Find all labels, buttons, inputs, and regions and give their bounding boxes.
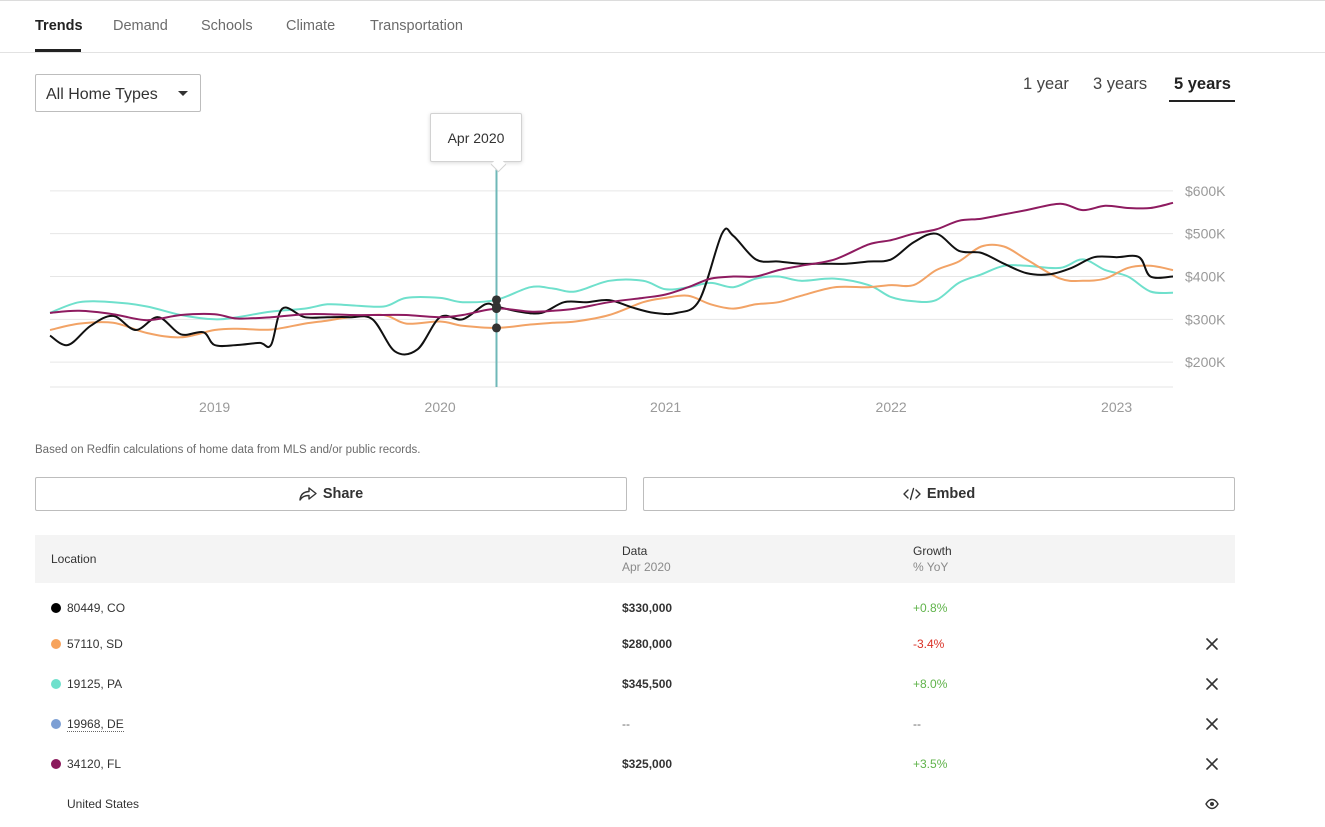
table-row: 80449, CO $330,000 +0.8%	[35, 592, 1235, 628]
table-header: Location Data Apr 2020 Growth % YoY	[35, 535, 1235, 583]
row-growth: --	[913, 717, 921, 731]
table-row: 19968, DE -- --	[35, 708, 1235, 744]
data-source-note: Based on Redfin calculations of home dat…	[35, 444, 421, 456]
x-tick-label: 2021	[650, 399, 681, 415]
row-location: 19125, PA	[67, 677, 123, 691]
y-tick-label: $300K	[1185, 311, 1226, 327]
home-type-value: All Home Types	[46, 86, 158, 103]
tab-transportation[interactable]: Transportation	[370, 18, 463, 34]
x-tick-label: 2020	[425, 399, 456, 415]
code-embed-icon	[903, 487, 921, 501]
y-tick-label: $200K	[1185, 354, 1226, 370]
share-arrow-icon	[299, 487, 317, 501]
close-icon[interactable]	[1205, 637, 1219, 651]
series-line-0	[49, 258, 1174, 321]
share-button[interactable]: Share	[35, 477, 627, 511]
growth-header: Growth	[913, 544, 952, 558]
series-color-dot	[51, 603, 61, 613]
table-row: 19125, PA $345,500 +8.0%	[35, 668, 1235, 704]
data-subheader: Apr 2020	[622, 560, 671, 574]
eye-icon[interactable]	[1205, 797, 1219, 811]
x-tick-label: 2022	[876, 399, 907, 415]
series-line-1	[49, 243, 1174, 339]
row-location: 57110, SD	[67, 637, 123, 651]
row-value: $280,000	[622, 637, 673, 651]
close-icon[interactable]	[1205, 717, 1219, 731]
x-tick-label: 2023	[1101, 399, 1132, 415]
tab-demand[interactable]: Demand	[113, 18, 168, 34]
chart-tooltip: Apr 2020	[430, 113, 522, 173]
close-icon[interactable]	[1205, 677, 1219, 691]
tab-climate[interactable]: Climate	[286, 18, 335, 34]
row-growth: -3.4%	[913, 637, 945, 651]
y-tick-label: $500K	[1185, 226, 1226, 242]
range-5-years[interactable]: 5 years	[1174, 75, 1231, 94]
row-value: --	[622, 717, 630, 731]
tab-trends[interactable]: Trends	[35, 18, 83, 34]
series-color-dot	[51, 679, 61, 689]
row-value: $345,500	[622, 677, 673, 691]
series-line-3	[49, 201, 1174, 322]
table-row: United States	[35, 788, 1235, 824]
row-growth: +3.5%	[913, 757, 948, 771]
tooltip-date: Apr 2020	[447, 130, 505, 146]
row-value: $330,000	[622, 601, 673, 615]
row-location: 34120, FL	[67, 757, 122, 771]
tab-schools[interactable]: Schools	[201, 18, 253, 34]
location-header: Location	[51, 552, 97, 566]
series-color-dot	[51, 639, 61, 649]
row-location[interactable]: 19968, DE	[67, 717, 124, 732]
price-trend-chart[interactable]: 2019 2020 2021 2022 2023 $200K $300K $400K $500…	[0, 110, 1325, 420]
range-3-years[interactable]: 3 years	[1093, 75, 1147, 94]
active-range-indicator	[1169, 100, 1235, 102]
hover-marker	[491, 323, 501, 333]
growth-subheader: % YoY	[913, 560, 949, 574]
row-growth: +8.0%	[913, 677, 948, 691]
row-growth: +0.8%	[913, 601, 948, 615]
tab-bar: Trends Demand Schools Climate Transporta…	[0, 0, 1325, 53]
embed-button[interactable]: Embed	[643, 477, 1235, 511]
active-tab-indicator	[35, 49, 81, 52]
row-location: United States	[67, 797, 140, 811]
table-row: 57110, SD $280,000 -3.4%	[35, 628, 1235, 664]
embed-label: Embed	[926, 486, 976, 502]
y-tick-label: $600K	[1185, 183, 1226, 199]
caret-down-icon	[178, 91, 188, 96]
share-label: Share	[322, 486, 364, 502]
hover-marker	[491, 304, 501, 314]
home-type-dropdown[interactable]: All Home Types	[35, 74, 201, 112]
range-1-year[interactable]: 1 year	[1023, 75, 1069, 94]
table-row: 34120, FL $325,000 +3.5%	[35, 748, 1235, 784]
y-tick-label: $400K	[1185, 269, 1226, 285]
data-header: Data	[622, 544, 648, 558]
series-color-dot	[51, 719, 61, 729]
close-icon[interactable]	[1205, 757, 1219, 771]
row-location: 80449, CO	[67, 601, 126, 615]
row-value: $325,000	[622, 757, 673, 771]
series-color-dot	[51, 759, 61, 769]
x-tick-label: 2019	[199, 399, 230, 415]
